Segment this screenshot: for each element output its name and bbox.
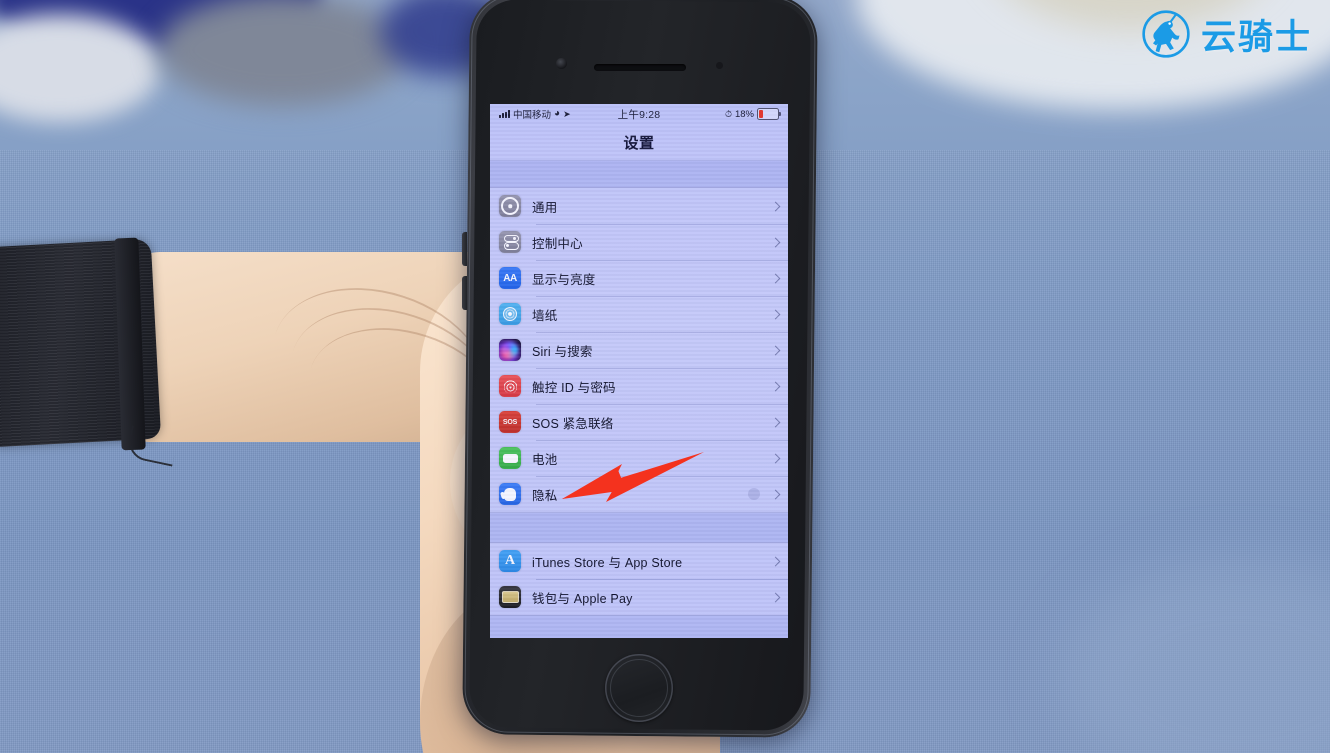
settings-row-battery[interactable]: 电池 bbox=[490, 440, 788, 476]
app-store-icon: A bbox=[499, 550, 521, 572]
chevron-right-icon bbox=[770, 345, 781, 355]
chevron-right-icon bbox=[770, 592, 781, 602]
battery-percent: 18% bbox=[734, 108, 754, 120]
settings-nav-bar: 设置 bbox=[490, 124, 788, 161]
settings-row-siri-search[interactable]: Siri 与搜索 bbox=[490, 332, 788, 368]
wallet-icon bbox=[499, 586, 521, 608]
list-section-gap bbox=[490, 513, 788, 542]
page-title: 设置 bbox=[623, 134, 655, 152]
row-label: 显示与亮度 bbox=[532, 272, 596, 287]
chevron-right-icon bbox=[770, 273, 781, 283]
settings-row-wallpaper[interactable]: 墙纸 bbox=[490, 296, 788, 332]
settings-row-general[interactable]: 通用 bbox=[490, 188, 788, 224]
battery-low-icon bbox=[757, 108, 781, 120]
row-label: 触控 ID 与密码 bbox=[532, 380, 616, 395]
display-aa-icon: AA bbox=[499, 267, 521, 289]
row-label: 墙纸 bbox=[532, 308, 558, 323]
front-camera-icon bbox=[556, 58, 567, 69]
row-label: iTunes Store 与 App Store bbox=[532, 555, 683, 570]
chevron-right-icon bbox=[770, 489, 781, 499]
row-label: 隐私 bbox=[532, 488, 558, 503]
privacy-hand-icon bbox=[499, 483, 521, 505]
row-label: Siri 与搜索 bbox=[532, 344, 593, 359]
touch-highlight-dot bbox=[748, 488, 760, 500]
control-center-icon bbox=[499, 231, 521, 253]
battery-icon bbox=[499, 447, 521, 469]
wallpaper-icon bbox=[499, 303, 521, 325]
settings-group-system: 通用 控制中心 AA 显示与亮度 墙纸 Siri 与搜索 触控 ID 与密码 S… bbox=[490, 187, 788, 513]
settings-group-stores: A iTunes Store 与 App Store 钱包与 Apple Pay bbox=[490, 542, 788, 616]
chevron-right-icon bbox=[770, 309, 781, 319]
row-label: 通用 bbox=[532, 200, 558, 215]
chevron-right-icon bbox=[770, 201, 781, 211]
alarm-clock-icon: ⏱ bbox=[724, 108, 732, 119]
chevron-right-icon bbox=[770, 381, 781, 391]
settings-list[interactable]: 通用 控制中心 AA 显示与亮度 墙纸 Siri 与搜索 触控 ID 与密码 S… bbox=[490, 161, 788, 638]
volume-up-button[interactable] bbox=[462, 232, 467, 266]
touch-id-icon bbox=[499, 375, 521, 397]
settings-row-display-brightness[interactable]: AA 显示与亮度 bbox=[490, 260, 788, 296]
settings-row-touch-id-passcode[interactable]: 触控 ID 与密码 bbox=[490, 368, 788, 404]
row-label: 钱包与 Apple Pay bbox=[532, 591, 633, 606]
row-label: SOS 紧急联络 bbox=[532, 416, 614, 431]
settings-row-control-center[interactable]: 控制中心 bbox=[490, 224, 788, 260]
settings-row-sos[interactable]: SOS SOS 紧急联络 bbox=[490, 404, 788, 440]
settings-row-wallet-apple-pay[interactable]: 钱包与 Apple Pay bbox=[490, 579, 788, 615]
siri-icon bbox=[499, 339, 521, 361]
sos-icon: SOS bbox=[499, 411, 521, 433]
settings-row-privacy[interactable]: 隐私 bbox=[490, 476, 788, 512]
row-label: 电池 bbox=[532, 452, 558, 467]
chevron-right-icon bbox=[770, 237, 781, 247]
earpiece-speaker bbox=[594, 64, 686, 71]
watermark-brand: 云骑士 bbox=[1200, 17, 1312, 58]
home-button[interactable] bbox=[605, 654, 673, 722]
list-top-gap bbox=[490, 161, 788, 187]
proximity-sensor bbox=[716, 62, 723, 69]
knight-circle-logo bbox=[1142, 10, 1190, 58]
watermark: 云骑士 bbox=[1140, 8, 1312, 60]
row-label: 控制中心 bbox=[532, 236, 583, 251]
settings-row-itunes-app-store[interactable]: A iTunes Store 与 App Store bbox=[490, 543, 788, 579]
chevron-right-icon bbox=[770, 417, 781, 427]
home-button-ring bbox=[610, 659, 668, 717]
chevron-right-icon bbox=[770, 453, 781, 463]
chevron-right-icon bbox=[770, 556, 781, 566]
gear-icon bbox=[499, 195, 521, 217]
phone-screen: 中国移动 ◕ ➤ 上午9:28 ⏱ 18% 设置 通用 控制中心 AA 显示与亮… bbox=[490, 104, 788, 638]
status-bar: 中国移动 ◕ ➤ 上午9:28 ⏱ 18% bbox=[490, 104, 788, 124]
screenshot-stage: 中国移动 ◕ ➤ 上午9:28 ⏱ 18% 设置 通用 控制中心 AA 显示与亮… bbox=[0, 0, 1330, 753]
volume-down-button[interactable] bbox=[462, 276, 467, 310]
